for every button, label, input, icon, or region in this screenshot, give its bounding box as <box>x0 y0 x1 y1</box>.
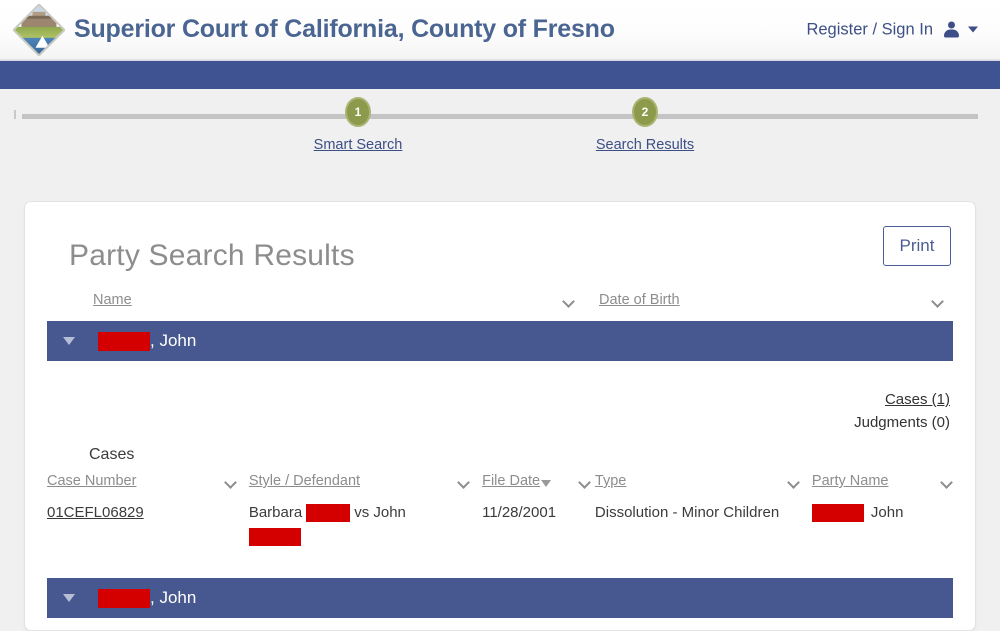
fresno-court-seal-icon <box>12 2 66 57</box>
sort-cell-name: Name <box>93 292 575 308</box>
party-group-2-wrap: , John <box>47 578 953 618</box>
sort-cell-dob: Date of Birth <box>599 292 944 308</box>
chevron-down-icon-party-name[interactable] <box>942 478 953 485</box>
cases-col-party-name-label[interactable]: Party Name <box>812 473 889 489</box>
page-title: Party Search Results <box>69 239 355 272</box>
cases-col-type-label[interactable]: Type <box>595 473 626 489</box>
brand-link[interactable]: Superior Court of California, County of … <box>12 2 615 57</box>
cell-style-defendant: Barbara vs John <box>248 493 482 546</box>
party-name-1: , John <box>98 331 196 351</box>
results-card: Party Search Results Print Name Date of … <box>24 201 976 631</box>
cases-col-case-number-label[interactable]: Case Number <box>47 473 136 489</box>
party-details-1: Cases (1) Judgments (0) Cases Case Numbe… <box>47 361 953 546</box>
party-links-1: Cases (1) Judgments (0) <box>47 361 953 434</box>
party-row-header-1[interactable]: , John <box>47 321 953 361</box>
party-sort-header-row: Name Date of Birth <box>47 287 953 313</box>
collapse-toggle-icon-1[interactable] <box>63 337 75 345</box>
party-row-header-2[interactable]: , John <box>47 578 953 618</box>
wizard-progress-line <box>22 114 978 119</box>
wizard-step-2-label[interactable]: Search Results <box>596 137 694 153</box>
collapse-toggle-icon-2[interactable] <box>63 594 75 602</box>
party-name-2: , John <box>98 588 196 608</box>
party-name-suffix-2: , John <box>150 588 197 607</box>
step-wizard: 1 Smart Search 2 Search Results <box>0 89 1000 201</box>
wizard-step-1[interactable]: 1 Smart Search <box>278 97 438 153</box>
cases-col-style-defendant[interactable]: Style / Defendant <box>249 473 482 493</box>
cases-col-case-number[interactable]: Case Number <box>47 473 249 493</box>
table-row: 01CEFL06829 Barbara vs John 11/28/2001 Di… <box>47 493 953 546</box>
redaction-box-party-name <box>811 504 864 523</box>
cases-col-file-date-label[interactable]: File Date <box>482 473 540 489</box>
wizard-line-cap <box>14 110 16 119</box>
redaction-box-last-name-1 <box>98 331 150 351</box>
step-2-number: 2 <box>632 97 658 127</box>
site-header: Superior Court of California, County of … <box>0 0 1000 60</box>
cases-col-party-name[interactable]: Party Name <box>812 473 953 493</box>
party-name-suffix-1: , John <box>150 331 197 350</box>
site-title: Superior Court of California, County of … <box>74 15 615 43</box>
sort-descending-icon[interactable] <box>541 480 552 487</box>
judgments-label: Judgments (0) <box>854 414 950 431</box>
register-signin-label[interactable]: Register / Sign In <box>806 20 933 39</box>
chevron-down-icon-file-date[interactable] <box>580 478 591 485</box>
account-menu[interactable]: Register / Sign In <box>806 20 978 39</box>
chevron-down-icon-case-number[interactable] <box>226 478 237 485</box>
redaction-box-last-name-2 <box>98 588 150 608</box>
cases-section-title: Cases <box>89 446 135 463</box>
party-name-suffix: John <box>870 504 904 521</box>
sort-header-name[interactable]: Name <box>93 292 132 308</box>
cases-col-style-defendant-label[interactable]: Style / Defendant <box>249 473 360 489</box>
wizard-step-2[interactable]: 2 Search Results <box>565 97 725 153</box>
redaction-box-style-2 <box>248 528 301 546</box>
sort-header-date-of-birth[interactable]: Date of Birth <box>599 292 680 308</box>
cases-table: Case Number Style / Defendant File Date … <box>47 473 953 546</box>
chevron-down-icon-type[interactable] <box>789 478 800 485</box>
step-1-number: 1 <box>345 97 371 127</box>
case-number-link[interactable]: 01CEFL06829 <box>47 504 144 521</box>
cell-case-type: Dissolution - Minor Children <box>594 504 780 521</box>
card-header: Party Search Results Print <box>47 226 953 273</box>
cell-party-name: John <box>811 493 953 546</box>
user-icon <box>944 21 959 38</box>
print-button[interactable]: Print <box>883 226 951 266</box>
main-navbar <box>0 60 1000 89</box>
chevron-down-icon-name[interactable] <box>564 297 575 304</box>
cases-link[interactable]: Cases (1) <box>885 391 950 408</box>
cases-col-file-date[interactable]: File Date <box>482 473 595 493</box>
style-middle: vs John <box>354 504 406 521</box>
redaction-box-style-1 <box>306 504 351 523</box>
wizard-step-1-label[interactable]: Smart Search <box>314 137 403 153</box>
cases-table-header-row: Case Number Style / Defendant File Date … <box>47 473 953 493</box>
chevron-down-icon-style[interactable] <box>459 478 470 485</box>
chevron-down-icon[interactable] <box>968 26 978 33</box>
cases-col-type[interactable]: Type <box>595 473 812 493</box>
chevron-down-icon-dob[interactable] <box>933 297 944 304</box>
cell-case-number: 01CEFL06829 <box>47 493 249 546</box>
cell-file-date: 11/28/2001 <box>482 504 557 521</box>
style-prefix: Barbara <box>248 504 303 521</box>
